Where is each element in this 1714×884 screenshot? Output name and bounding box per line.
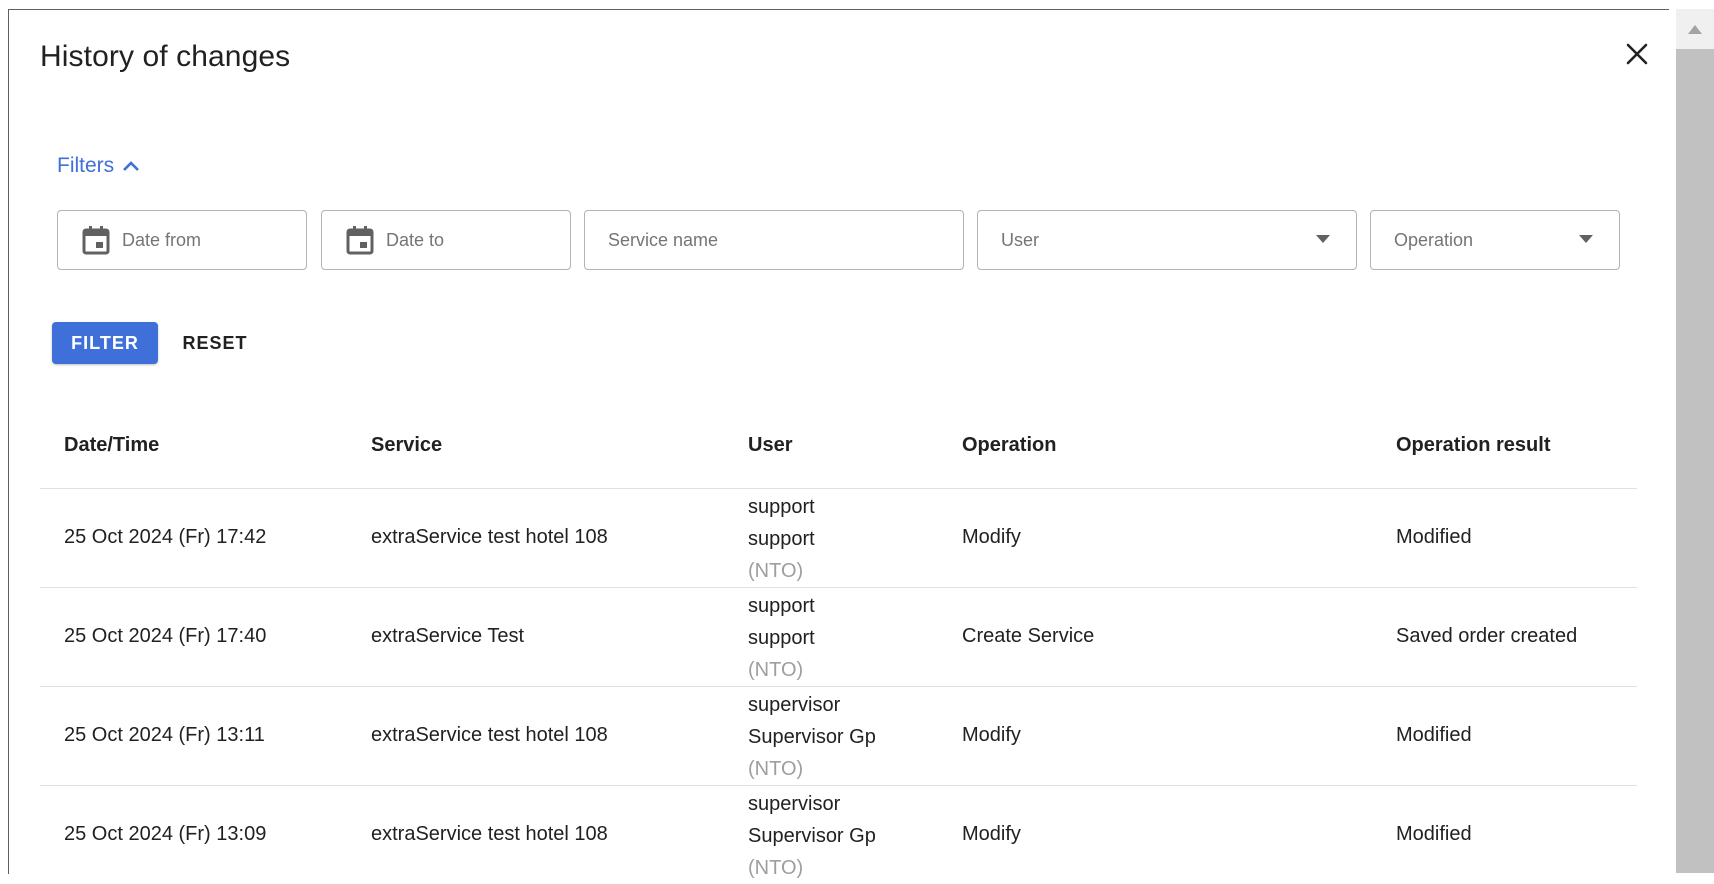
calendar-icon xyxy=(346,225,374,255)
user-login: support xyxy=(748,496,815,518)
column-header-service[interactable]: Service xyxy=(371,434,442,457)
user-placeholder: User xyxy=(1001,229,1040,250)
vertical-scrollbar[interactable] xyxy=(1676,9,1714,873)
history-table: Date/Time Service User Operation Operati… xyxy=(40,410,1637,884)
date-from-field[interactable]: Date from xyxy=(57,210,307,270)
user-org: (NTO) xyxy=(748,560,804,582)
history-dialog: History of changes Filters Date from Dat… xyxy=(8,9,1669,879)
dialog-title: History of changes xyxy=(40,40,291,73)
dropdown-arrow-icon xyxy=(1579,235,1593,243)
cell-operation-result: Modified xyxy=(1396,526,1472,548)
calendar-icon xyxy=(82,225,110,255)
cell-user: support support (NTO) xyxy=(748,590,815,686)
close-icon xyxy=(1626,43,1648,65)
scroll-up-arrow-icon xyxy=(1688,24,1702,34)
column-header-datetime[interactable]: Date/Time xyxy=(64,434,159,457)
date-from-placeholder: Date from xyxy=(122,229,202,250)
cell-operation: Modify xyxy=(962,724,1021,746)
user-login: support xyxy=(748,595,815,617)
user-name: support xyxy=(748,627,815,649)
cell-operation-result: Saved order created xyxy=(1396,625,1578,647)
cell-service: extraService Test xyxy=(371,625,525,647)
user-name: Supervisor Gp xyxy=(748,825,876,847)
user-login: supervisor xyxy=(748,694,841,716)
cell-datetime: 25 Oct 2024 (Fr) 17:40 xyxy=(64,625,267,647)
date-to-placeholder: Date to xyxy=(386,229,445,250)
cell-user: support support (NTO) xyxy=(748,491,815,587)
user-org: (NTO) xyxy=(748,659,804,681)
operation-placeholder: Operation xyxy=(1394,229,1474,250)
filter-button[interactable]: FILTER xyxy=(52,322,158,364)
scrollbar-thumb[interactable] xyxy=(1676,49,1714,873)
user-name: Supervisor Gp xyxy=(748,726,876,748)
reset-button[interactable]: RESET xyxy=(175,322,255,364)
service-name-placeholder: Service name xyxy=(608,229,719,250)
cell-operation: Modify xyxy=(962,823,1021,845)
service-name-input[interactable]: Service name xyxy=(584,210,964,270)
user-org: (NTO) xyxy=(748,758,804,780)
cell-service: extraService test hotel 108 xyxy=(371,724,608,746)
dropdown-arrow-icon xyxy=(1316,235,1330,243)
scroll-up-button[interactable] xyxy=(1676,9,1714,49)
filters-toggle[interactable]: Filters xyxy=(57,154,140,178)
cell-user: supervisor Supervisor Gp (NTO) xyxy=(748,689,876,785)
table-header-row: Date/Time Service User Operation Operati… xyxy=(40,410,1637,489)
user-select[interactable]: User xyxy=(977,210,1357,270)
operation-select[interactable]: Operation xyxy=(1370,210,1620,270)
cell-operation: Create Service xyxy=(962,625,1095,647)
table-row[interactable]: 25 Oct 2024 (Fr) 13:11 extraService test… xyxy=(40,687,1637,786)
date-to-field[interactable]: Date to xyxy=(321,210,571,270)
table-row[interactable]: 25 Oct 2024 (Fr) 17:42 extraService test… xyxy=(40,489,1637,588)
cell-service: extraService test hotel 108 xyxy=(371,526,608,548)
cell-user: supervisor Supervisor Gp (NTO) xyxy=(748,788,876,884)
user-name: support xyxy=(748,528,815,550)
column-header-operation-result[interactable]: Operation result xyxy=(1396,434,1550,457)
cell-datetime: 25 Oct 2024 (Fr) 17:42 xyxy=(64,526,267,548)
table-row[interactable]: 25 Oct 2024 (Fr) 17:40 extraService Test… xyxy=(40,588,1637,687)
cell-operation-result: Modified xyxy=(1396,823,1472,845)
close-button[interactable] xyxy=(1619,36,1655,72)
column-header-operation[interactable]: Operation xyxy=(962,434,1056,457)
cell-operation-result: Modified xyxy=(1396,724,1472,746)
user-org: (NTO) xyxy=(748,857,804,879)
cell-service: extraService test hotel 108 xyxy=(371,823,608,845)
cell-operation: Modify xyxy=(962,526,1021,548)
user-login: supervisor xyxy=(748,793,841,815)
chevron-up-icon xyxy=(123,161,140,171)
column-header-user[interactable]: User xyxy=(748,434,792,457)
filters-toggle-label: Filters xyxy=(57,154,115,177)
cell-datetime: 25 Oct 2024 (Fr) 13:09 xyxy=(64,823,267,845)
cell-datetime: 25 Oct 2024 (Fr) 13:11 xyxy=(64,724,265,746)
table-row[interactable]: 25 Oct 2024 (Fr) 13:09 extraService test… xyxy=(40,786,1637,884)
